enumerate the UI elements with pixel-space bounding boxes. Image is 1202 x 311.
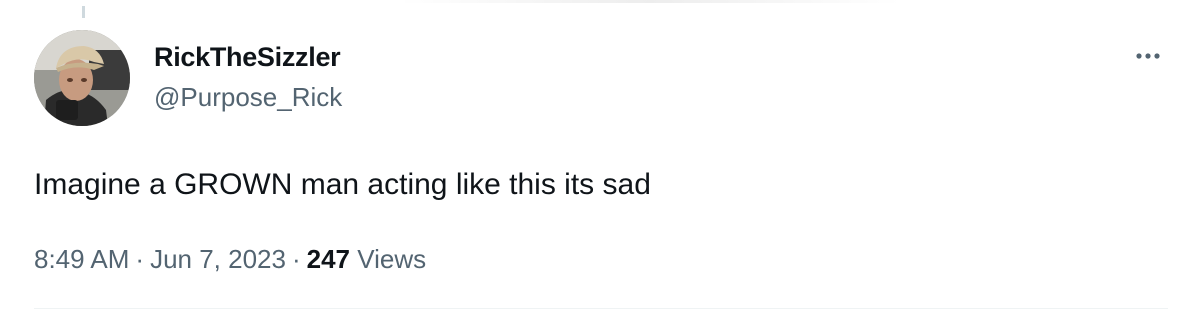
more-horizontal-icon xyxy=(1135,47,1161,65)
display-name[interactable]: RickTheSizzler xyxy=(154,41,341,73)
tweet-metadata: 8:49 AM · Jun 7, 2023 · 247 Views xyxy=(34,243,426,275)
view-count: 247 xyxy=(306,244,351,274)
tweet-card[interactable]: RickTheSizzler @Purpose_Rick Imagine a G… xyxy=(0,0,1202,311)
views-label: Views xyxy=(357,244,427,274)
user-handle[interactable]: @Purpose_Rick xyxy=(154,82,342,112)
meta-separator: · xyxy=(291,244,301,274)
tweet-date[interactable]: Jun 7, 2023 xyxy=(150,244,286,274)
tweet-time[interactable]: 8:49 AM xyxy=(34,244,129,274)
more-options-button[interactable] xyxy=(1128,42,1168,70)
avatar-image xyxy=(34,30,130,126)
meta-separator: · xyxy=(135,244,145,274)
user-avatar[interactable] xyxy=(34,30,130,126)
divider xyxy=(34,308,1168,309)
tweet-text: Imagine a GROWN man acting like this its… xyxy=(34,168,651,201)
